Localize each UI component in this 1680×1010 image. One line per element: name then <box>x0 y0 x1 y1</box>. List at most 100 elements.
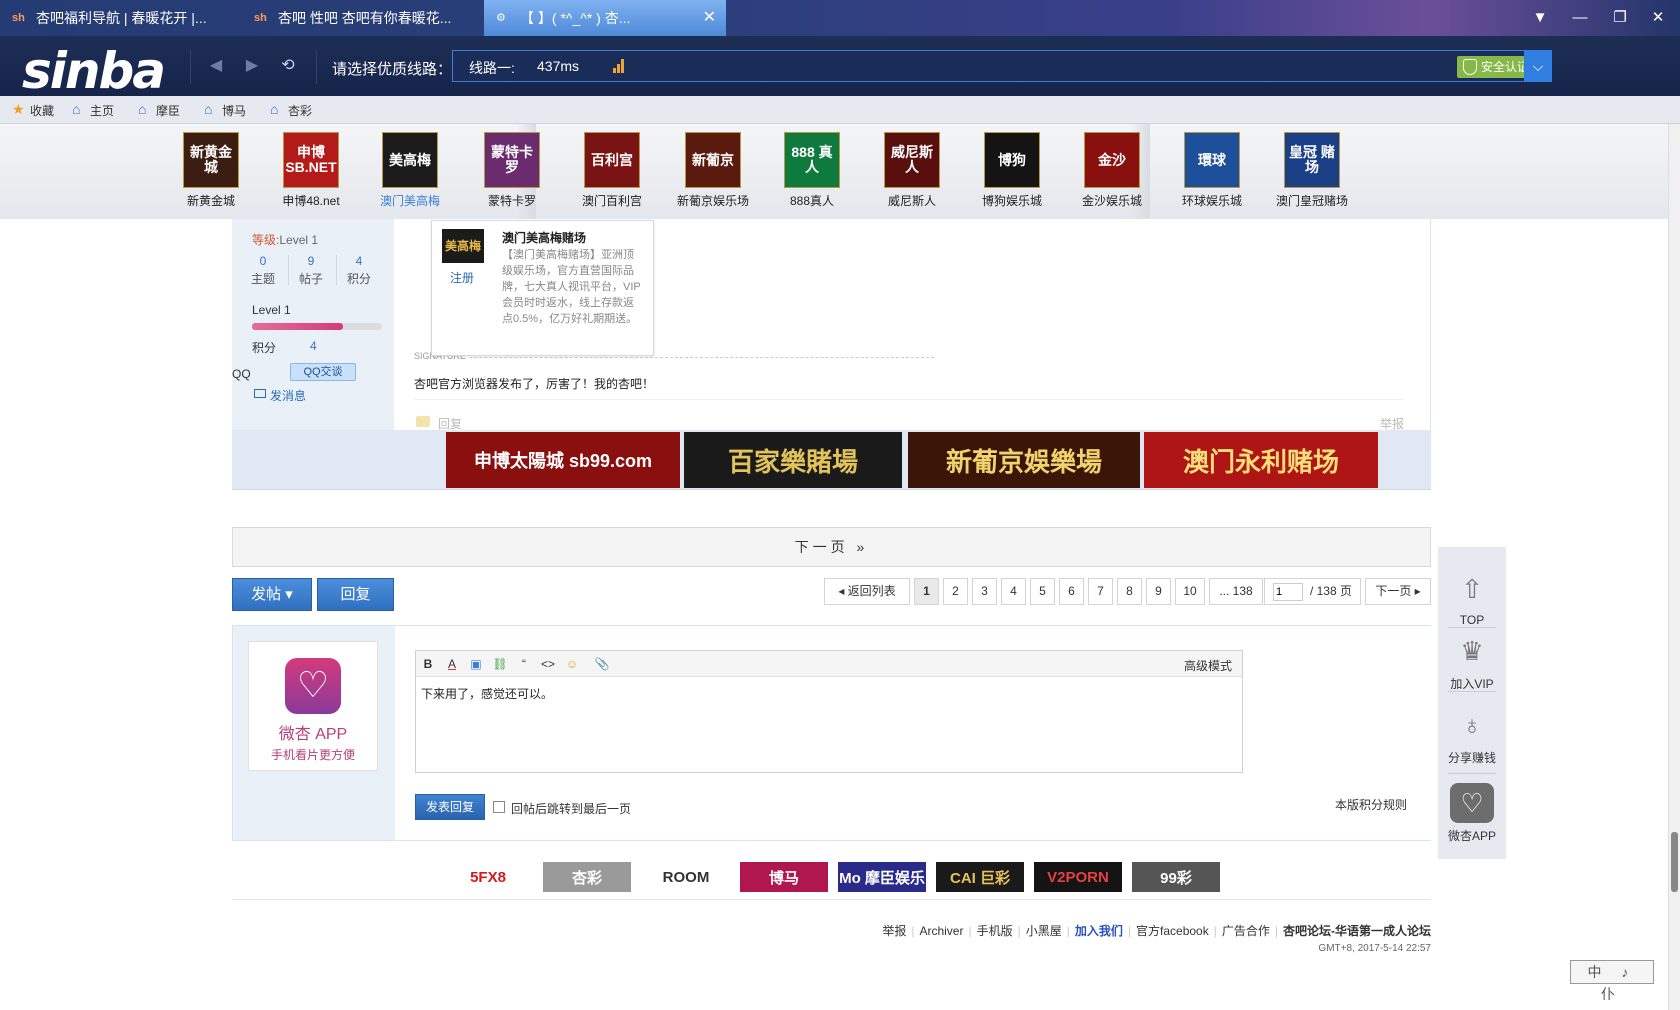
footer-partner-logo[interactable]: 99彩 <box>1132 862 1220 892</box>
casino-item[interactable]: 金沙 金沙娱乐城 <box>1064 132 1160 209</box>
qq-chat-button[interactable]: QQ交谈 <box>290 363 356 381</box>
points-rules-link[interactable]: 本版积分规则 <box>1335 796 1407 813</box>
line-selector[interactable]: 线路一: 437ms 安全认证 <box>452 50 1552 82</box>
submit-reply-button[interactable]: 发表回复 <box>415 794 485 820</box>
crown-icon: ♛ <box>1460 635 1484 666</box>
footer-link[interactable]: Archiver <box>919 924 963 938</box>
minimize-icon[interactable]: — <box>1567 6 1593 30</box>
share-earn-button[interactable]: ♁ 分享赚钱 <box>1438 705 1506 766</box>
footer-link[interactable]: 杏吧论坛-华语第一成人论坛 <box>1283 924 1431 938</box>
page-link-5[interactable]: 5 <box>1030 578 1055 605</box>
page-link-1[interactable]: 1 <box>914 578 939 605</box>
footer-link[interactable]: 官方facebook <box>1136 924 1209 938</box>
footer-partner-logo[interactable]: 博马 <box>740 862 828 892</box>
casino-item[interactable]: 博狗 博狗娱乐城 <box>964 132 1060 209</box>
jump-to-last-label: 回帖后跳转到最后一页 <box>511 802 632 816</box>
stat-posts[interactable]: 9 帖子 <box>288 254 334 287</box>
footer-partner-logo[interactable]: V2PORN <box>1034 862 1122 892</box>
casino-item[interactable]: 百利宫 澳门百利宫 <box>564 132 660 209</box>
casino-item[interactable]: 環球 环球娱乐城 <box>1164 132 1260 209</box>
join-vip-button[interactable]: ♛ 加入VIP <box>1438 631 1506 692</box>
footer-link[interactable]: 手机版 <box>977 924 1013 938</box>
page-link-11[interactable]: ... 138 <box>1209 578 1263 605</box>
reply-button[interactable]: 回复 <box>317 578 394 611</box>
close-tab-icon[interactable]: ✕ <box>703 0 716 36</box>
image-icon[interactable]: ▣ <box>468 656 484 672</box>
footer-link[interactable]: 举报 <box>882 924 906 938</box>
advanced-mode-link[interactable]: 高级模式 <box>1184 657 1232 674</box>
casino-item[interactable]: 新黄金城 新黄金城 <box>163 132 259 209</box>
forward-icon[interactable]: ▶ <box>242 56 262 76</box>
footer-link[interactable]: 广告合作 <box>1222 924 1270 938</box>
ad-banner[interactable]: 新葡京娛樂場 <box>908 432 1140 488</box>
page-link-7[interactable]: 7 <box>1088 578 1113 605</box>
page-link-6[interactable]: 6 <box>1059 578 1084 605</box>
ad-banner[interactable]: 申博太陽城 sb99.com <box>446 432 680 488</box>
quote-icon[interactable]: “ <box>516 656 532 672</box>
casino-item[interactable]: 888 真人 888真人 <box>764 132 860 209</box>
jump-to-last-checkbox[interactable] <box>493 801 505 813</box>
scrollbar[interactable] <box>1668 124 1680 1010</box>
page-link-8[interactable]: 8 <box>1117 578 1142 605</box>
stat-points[interactable]: 4 积分 <box>336 254 382 287</box>
footer-partner-logo[interactable]: ROOM <box>642 862 730 892</box>
scrollbar-thumb[interactable] <box>1671 832 1678 892</box>
bookmark-mochen[interactable]: ⌂ 摩臣 <box>138 101 181 119</box>
maximize-icon[interactable]: ❐ <box>1607 6 1633 30</box>
casino-item[interactable]: 美高梅 澳门美高梅 <box>362 132 458 209</box>
tab-3-active[interactable]: ⚙ 【 】( *^_^* ) 杏... ✕ <box>484 0 726 36</box>
bookmark-favorites[interactable]: ★ 收藏 <box>12 101 54 119</box>
page-link-3[interactable]: 3 <box>972 578 997 605</box>
refresh-icon[interactable]: ⟲ <box>278 56 298 76</box>
back-to-list-button[interactable]: ◂ 返回列表 <box>824 578 910 605</box>
back-icon[interactable]: ◀ <box>206 56 226 76</box>
footer-partner-logo[interactable]: Mo 摩臣娱乐 <box>838 862 926 892</box>
bookmark-xingcai[interactable]: ⌂ 杏彩 <box>270 101 312 119</box>
footer-partner-logo[interactable]: 杏彩 <box>543 862 631 892</box>
page-link-2[interactable]: 2 <box>943 578 968 605</box>
weixing-app-button[interactable]: ♡ 微杏APP <box>1438 783 1506 844</box>
casino-item[interactable]: 皇冠 赌场 澳门皇冠赌场 <box>1264 132 1360 209</box>
reply-editor[interactable]: B A ▣ ⛓ “ <> ☺ 📎 高级模式 下来用了，感觉还可以。 <box>415 650 1243 773</box>
casino-item[interactable]: 新葡京 新葡京娱乐场 <box>665 132 761 209</box>
casino-item[interactable]: 威尼斯人 威尼斯人 <box>864 132 960 209</box>
ime-toolbar[interactable]: 中 ♪ 仆 <box>1570 960 1654 1002</box>
back-to-top-button[interactable]: ⇧ TOP <box>1438 569 1506 628</box>
font-color-icon[interactable]: A <box>444 656 460 672</box>
stat-threads[interactable]: 0 主题 <box>240 254 286 287</box>
emoji-icon[interactable]: ☺ <box>564 656 580 672</box>
send-message-link[interactable]: 发消息 <box>254 387 306 404</box>
page-link-4[interactable]: 4 <box>1001 578 1026 605</box>
page-jump-input[interactable] <box>1273 583 1303 601</box>
code-icon[interactable]: <> <box>540 656 556 672</box>
next-page-button[interactable]: 下一页 ▸ <box>1365 578 1431 605</box>
ad-banner[interactable]: 百家樂賭場 <box>684 432 902 488</box>
attachment-icon[interactable]: 📎 <box>594 656 610 672</box>
footer-partner-logo[interactable]: CAI 巨彩 <box>936 862 1024 892</box>
app-promo[interactable]: ♡ 微杏 APP 手机看片更方便 <box>248 641 378 771</box>
link-icon[interactable]: ⛓ <box>492 656 508 672</box>
bookmark-home[interactable]: ⌂ 主页 <box>72 101 114 119</box>
ad-banner[interactable]: 澳门永利赌场 <box>1144 432 1378 488</box>
casino-item[interactable]: 蒙特卡罗 蒙特卡罗 <box>464 132 560 209</box>
page-jump[interactable]: / 138 页 <box>1264 578 1361 605</box>
bold-icon[interactable]: B <box>420 656 436 672</box>
casino-item[interactable]: 申博 SB.NET 申博48.net <box>263 132 359 209</box>
new-post-button[interactable]: 发帖 ▾ <box>232 578 312 611</box>
footer-link[interactable]: 加入我们 <box>1075 924 1123 938</box>
tab-2[interactable]: sh 杏吧 性吧 杏吧有你春暖花... <box>242 0 482 36</box>
bookmark-boma[interactable]: ⌂ 博马 <box>204 101 246 119</box>
register-link[interactable]: 注册 <box>450 269 474 286</box>
tab-1[interactable]: sh 杏吧福利导航 | 春暖花开 |... <box>0 0 240 36</box>
page-link-10[interactable]: 10 <box>1175 578 1205 605</box>
footer-partner-logo[interactable]: 5FX8 <box>444 862 532 892</box>
bookmark-label: 摩臣 <box>156 104 181 118</box>
chevron-down-icon[interactable]: ⌵ <box>1524 50 1552 82</box>
close-window-icon[interactable]: ✕ <box>1645 6 1671 30</box>
next-page-bar[interactable]: 下一页 » <box>232 527 1431 567</box>
footer-link[interactable]: 小黑屋 <box>1026 924 1062 938</box>
page-link-9[interactable]: 9 <box>1146 578 1171 605</box>
casino-name: 申博48.net <box>282 194 340 208</box>
level-value: Level 1 <box>279 233 319 247</box>
tab-list-icon[interactable]: ▼ <box>1527 6 1553 30</box>
